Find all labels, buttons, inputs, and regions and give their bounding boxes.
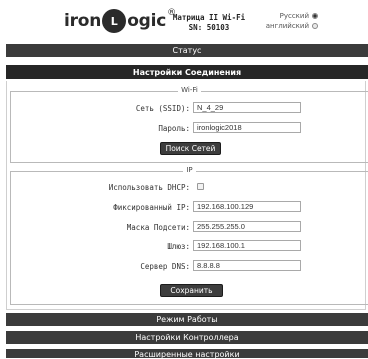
- device-title: Матрица II Wi-Fi: [172, 13, 246, 22]
- logo-text-right: ogic: [127, 11, 167, 31]
- dns-server-label: Сервер DNS:: [140, 262, 190, 271]
- device-info: Матрица II Wi-Fi SN: 50103: [166, 13, 252, 33]
- ssid-input[interactable]: [193, 102, 301, 113]
- language-radio-ru[interactable]: [312, 13, 318, 19]
- subnet-mask-label: Маска Подсети:: [126, 223, 190, 232]
- header: iron L ogic ® Матрица II Wi-Fi SN: 50103…: [0, 0, 368, 42]
- subnet-mask-input[interactable]: [193, 221, 301, 232]
- menu-controller-settings[interactable]: Настройки Контроллера: [6, 331, 368, 345]
- fixed-ip-input[interactable]: [193, 201, 301, 212]
- ssid-label: Сеть (SSID):: [135, 104, 190, 113]
- password-input[interactable]: [193, 122, 301, 133]
- logo-text-left: iron: [64, 11, 102, 31]
- language-label-ru: Русский: [279, 12, 309, 20]
- gateway-label: Шлюз:: [167, 242, 190, 251]
- device-serial: SN: 50103: [188, 23, 230, 32]
- ironlogic-logo: iron L ogic ®: [64, 8, 176, 34]
- scan-networks-button[interactable]: Поиск Сетей: [160, 142, 221, 155]
- dns-server-input[interactable]: [193, 260, 301, 271]
- language-label-en: английский: [265, 22, 309, 30]
- dhcp-label: Использовать DHCP:: [108, 183, 190, 192]
- dhcp-checkbox[interactable]: [197, 183, 204, 190]
- logo-mark-icon: L: [102, 9, 127, 33]
- language-radio-en[interactable]: [312, 23, 318, 29]
- save-button[interactable]: Сохранить: [160, 284, 223, 297]
- menu-work-mode[interactable]: Режим Работы: [6, 313, 368, 327]
- language-selector: Русский английский: [256, 11, 318, 31]
- language-option-ru[interactable]: Русский: [256, 11, 318, 21]
- menu-status[interactable]: Статус: [6, 44, 368, 58]
- language-option-en[interactable]: английский: [256, 21, 318, 31]
- password-label: Пароль:: [158, 124, 190, 133]
- gateway-input[interactable]: [193, 240, 301, 251]
- menu-connection-settings[interactable]: Настройки Соединения: [6, 65, 368, 80]
- page: iron L ogic ® Матрица II Wi-Fi SN: 50103…: [0, 0, 368, 359]
- menu-advanced-settings[interactable]: Расширенные настройки: [6, 349, 368, 359]
- fixed-ip-label: Фиксированный IP:: [113, 203, 190, 212]
